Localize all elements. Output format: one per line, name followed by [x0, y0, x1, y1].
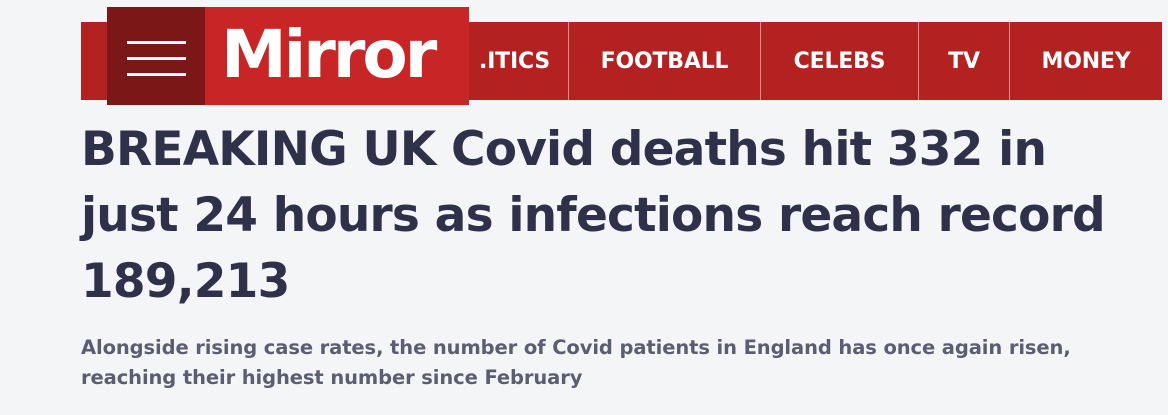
menu-button[interactable]	[107, 7, 205, 105]
nav-item-football[interactable]: FOOTBALL	[569, 22, 760, 100]
menu-icon-line	[127, 73, 186, 76]
article-standfirst: Alongside rising case rates, the number …	[81, 336, 1071, 389]
nav-item-tv[interactable]: TV	[919, 22, 1009, 100]
menu-icon-line	[127, 41, 186, 44]
article-headline: BREAKING UK Covid deaths hit 332 in just…	[81, 122, 1106, 309]
brand-header: Mirror	[107, 7, 469, 105]
nav-item-politics[interactable]: .ITICS	[461, 22, 568, 100]
menu-icon-line	[127, 57, 186, 60]
mirror-logo[interactable]: Mirror	[221, 17, 437, 93]
nav-item-money[interactable]: MONEY	[1010, 22, 1162, 100]
nav-item-celebs[interactable]: CELEBS	[761, 22, 918, 100]
